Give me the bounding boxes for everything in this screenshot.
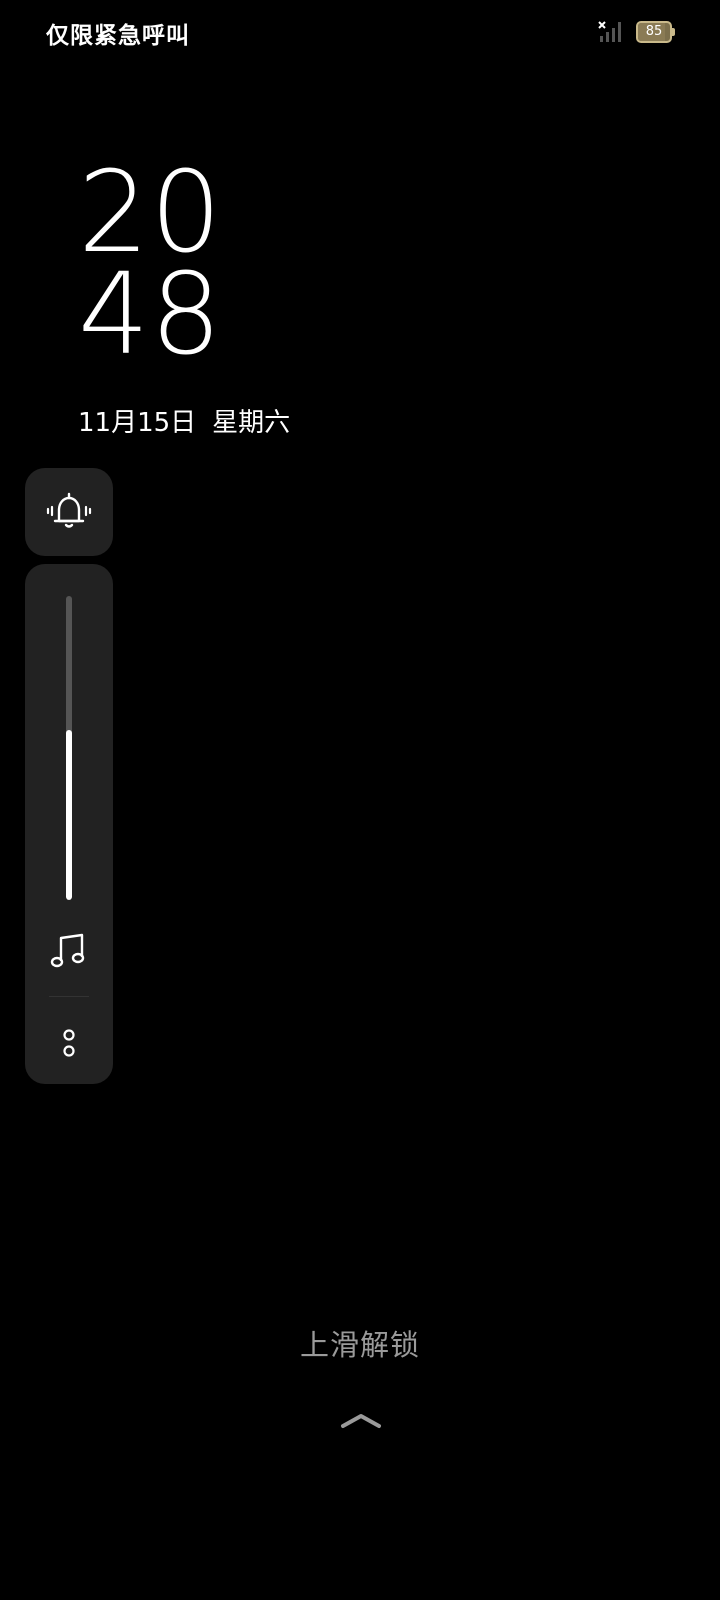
music-note-icon[interactable]: [49, 930, 89, 970]
clock-hour: 20: [78, 148, 223, 278]
swipe-up-unlock-hint: 上滑解锁: [299, 1328, 420, 1362]
date-day: 11月15日: [78, 408, 197, 438]
vibrate-ring-bell-icon: [46, 492, 92, 528]
volume-panel: [25, 564, 113, 1084]
battery-level-text: 85: [645, 24, 663, 39]
volume-slider-fill: [66, 729, 72, 900]
battery-indicator: 85: [636, 21, 675, 43]
volume-slider[interactable]: [66, 596, 72, 900]
date-weekday: 星期六: [212, 408, 291, 438]
status-bar: 仅限紧急呼叫 85: [0, 0, 720, 64]
more-dots-icon[interactable]: [59, 1026, 79, 1060]
battery-tip: [672, 28, 675, 36]
chevron-up-icon[interactable]: [340, 1408, 382, 1430]
lockscreen-date: 11月15日 星期六: [78, 402, 290, 439]
lockscreen-clock: 20 48: [78, 148, 223, 380]
no-sim-signal-icon: [598, 21, 621, 42]
carrier-status-text: 仅限紧急呼叫: [46, 23, 190, 49]
battery-body: 85: [636, 21, 672, 43]
ring-mode-button[interactable]: [25, 468, 113, 556]
clock-minute: 48: [78, 250, 223, 380]
panel-divider: [49, 996, 89, 997]
